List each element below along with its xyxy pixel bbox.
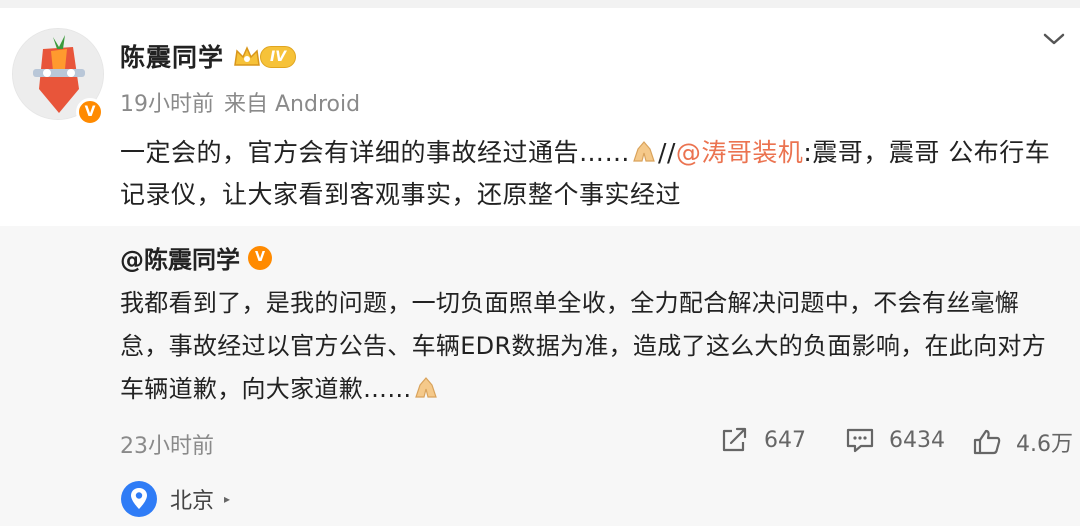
comment-icon (846, 428, 874, 453)
location-pin-icon (121, 481, 157, 517)
like-count: 4.6万 (1016, 432, 1073, 457)
user-level-badge[interactable]: IV (232, 44, 297, 70)
verified-badge-icon: V (76, 98, 104, 126)
praying-hands-emoji (414, 377, 437, 398)
share-icon (722, 427, 747, 452)
action-bar: 647 6434 4.6万 (0, 426, 1080, 462)
repost-separator: // (658, 138, 676, 167)
post-time: 19小时前 (120, 92, 214, 117)
thumbs-up-icon (973, 429, 1001, 455)
crown-icon (234, 46, 260, 66)
share-count: 647 (764, 427, 806, 453)
top-divider (0, 0, 1080, 8)
quoted-author-name: @陈震同学 (120, 246, 240, 274)
location-tag[interactable]: 北京 ▸ (120, 480, 230, 518)
chevron-right-icon: ▸ (224, 492, 231, 506)
like-button[interactable]: 4.6万 (972, 426, 1073, 458)
verified-badge-icon: V (248, 245, 272, 270)
post-meta: 19小时前 来自 Android (120, 86, 360, 118)
author-name[interactable]: 陈震同学 (120, 38, 224, 74)
location-label: 北京 (170, 489, 215, 514)
chevron-down-icon[interactable] (1040, 28, 1068, 50)
post-text: 一定会的，官方会有详细的事故经过通告……//@涛哥装机:震哥，震哥 公布行车记录… (120, 132, 1060, 216)
quoted-text-main: 我都看到了，是我的问题，一切负面照单全收，全力配合解决问题中，不会有丝毫懈怠，事… (120, 289, 1047, 403)
post-text-main: 一定会的，官方会有详细的事故经过通告…… (120, 138, 631, 167)
post-source: 来自 Android (224, 92, 361, 117)
quoted-author[interactable]: @陈震同学 V (120, 240, 272, 275)
quoted-text: 我都看到了，是我的问题，一切负面照单全收，全力配合解决问题中，不会有丝毫懈怠，事… (120, 282, 1065, 411)
comment-button[interactable]: 6434 (845, 426, 945, 454)
share-button[interactable]: 647 (720, 426, 806, 454)
level-label: IV (260, 46, 297, 68)
praying-hands-emoji (633, 141, 655, 162)
mention-link[interactable]: @涛哥装机 (676, 138, 804, 167)
comment-count: 6434 (889, 427, 945, 453)
